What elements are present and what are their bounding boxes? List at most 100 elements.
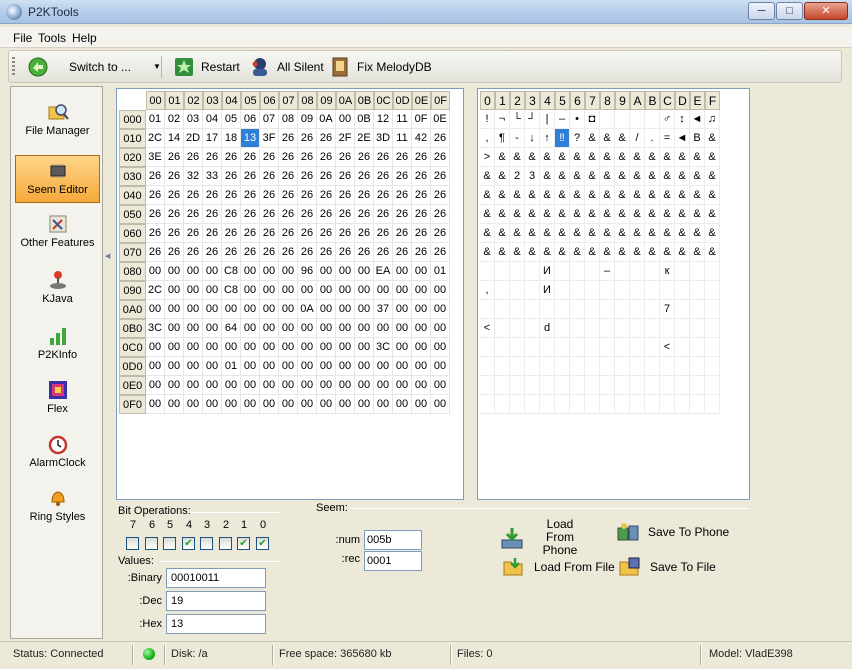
hex-cell[interactable]: 00: [184, 319, 203, 338]
char-cell[interactable]: [570, 319, 585, 338]
char-cell[interactable]: [705, 376, 720, 395]
char-cell[interactable]: &: [480, 243, 495, 262]
char-cell[interactable]: &: [585, 186, 600, 205]
hex-cell[interactable]: 00: [393, 319, 412, 338]
char-cell[interactable]: [570, 281, 585, 300]
hex-cell[interactable]: 02: [165, 110, 184, 129]
hex-cell[interactable]: 00: [279, 319, 298, 338]
char-cell[interactable]: &: [615, 129, 630, 148]
char-cell[interactable]: ?: [570, 129, 585, 148]
bit-checkbox[interactable]: [126, 537, 139, 550]
hex-cell[interactable]: 26: [317, 148, 336, 167]
hex-cell[interactable]: 26: [279, 186, 298, 205]
char-cell[interactable]: [555, 319, 570, 338]
bit-checkbox[interactable]: ✔: [256, 537, 269, 550]
char-cell[interactable]: [480, 376, 495, 395]
char-cell[interactable]: &: [600, 224, 615, 243]
toolbar-grip[interactable]: [12, 57, 15, 77]
char-cell[interactable]: &: [615, 186, 630, 205]
hex-cell[interactable]: 26: [298, 129, 317, 148]
char-cell[interactable]: [690, 319, 705, 338]
hex-cell[interactable]: 00: [146, 376, 165, 395]
hex-cell[interactable]: 00: [412, 338, 431, 357]
hex-cell[interactable]: 00: [241, 395, 260, 414]
hex-cell[interactable]: 26: [412, 243, 431, 262]
bit-checkbox[interactable]: ✔: [182, 537, 195, 550]
menu-file[interactable]: File: [13, 31, 32, 45]
hex-cell[interactable]: 26: [184, 243, 203, 262]
char-cell[interactable]: [525, 319, 540, 338]
hex-cell[interactable]: 26: [279, 148, 298, 167]
hex-cell[interactable]: 00: [203, 338, 222, 357]
hex-cell[interactable]: 26: [374, 148, 393, 167]
hex-cell[interactable]: 00: [184, 300, 203, 319]
char-cell[interactable]: [480, 395, 495, 414]
hex-cell[interactable]: 2E: [355, 129, 374, 148]
char-cell[interactable]: &: [510, 224, 525, 243]
hex-cell[interactable]: 00: [374, 395, 393, 414]
hex-cell[interactable]: 00: [298, 376, 317, 395]
sidebar-item-seem-editor[interactable]: Seem Editor: [15, 155, 100, 203]
hex-cell[interactable]: 0F: [412, 110, 431, 129]
hex-cell[interactable]: 26: [431, 129, 450, 148]
hex-cell[interactable]: 00: [222, 395, 241, 414]
hex-cell[interactable]: 26: [336, 224, 355, 243]
char-cell[interactable]: [495, 338, 510, 357]
hex-cell[interactable]: 00: [336, 262, 355, 281]
hex-cell[interactable]: 26: [298, 167, 317, 186]
hex-cell[interactable]: 26: [165, 224, 184, 243]
hex-cell[interactable]: 26: [431, 243, 450, 262]
char-cell[interactable]: [495, 395, 510, 414]
char-cell[interactable]: [630, 110, 645, 129]
char-cell[interactable]: &: [675, 186, 690, 205]
char-cell[interactable]: [690, 338, 705, 357]
hex-cell[interactable]: 04: [203, 110, 222, 129]
char-cell[interactable]: [540, 300, 555, 319]
hex-cell[interactable]: 00: [165, 338, 184, 357]
char-cell[interactable]: 3: [525, 167, 540, 186]
hex-cell[interactable]: 00: [317, 376, 336, 395]
hex-cell[interactable]: 00: [298, 395, 317, 414]
hex-cell[interactable]: 00: [146, 262, 165, 281]
char-cell[interactable]: &: [540, 224, 555, 243]
hex-cell[interactable]: 00: [184, 338, 203, 357]
char-cell[interactable]: [705, 281, 720, 300]
char-cell[interactable]: [525, 357, 540, 376]
hex-cell[interactable]: 3C: [146, 319, 165, 338]
hex-cell[interactable]: 00: [279, 262, 298, 281]
char-cell[interactable]: [660, 319, 675, 338]
switch-to-dropdown[interactable]: Switch to ... ▼: [27, 51, 161, 82]
char-cell[interactable]: &: [480, 205, 495, 224]
hex-cell[interactable]: 00: [317, 262, 336, 281]
hex-cell[interactable]: 00: [317, 300, 336, 319]
char-cell[interactable]: [510, 262, 525, 281]
hex-cell[interactable]: 00: [393, 376, 412, 395]
char-cell[interactable]: ┘: [525, 110, 540, 129]
char-cell[interactable]: [690, 300, 705, 319]
hex-cell[interactable]: 00: [412, 357, 431, 376]
hex-cell[interactable]: 26: [317, 129, 336, 148]
hex-cell[interactable]: 26: [241, 205, 260, 224]
char-cell[interactable]: [525, 262, 540, 281]
hex-cell[interactable]: 26: [336, 243, 355, 262]
hex-cell[interactable]: 00: [393, 395, 412, 414]
hex-cell[interactable]: 26: [260, 186, 279, 205]
char-cell[interactable]: [660, 376, 675, 395]
hex-cell[interactable]: 00: [317, 395, 336, 414]
hex-cell[interactable]: 96: [298, 262, 317, 281]
char-cell[interactable]: d: [540, 319, 555, 338]
hex-field[interactable]: 13: [166, 614, 266, 634]
hex-cell[interactable]: 17: [203, 129, 222, 148]
hex-cell[interactable]: 26: [431, 205, 450, 224]
char-cell[interactable]: 2: [510, 167, 525, 186]
hex-cell[interactable]: 08: [279, 110, 298, 129]
char-cell[interactable]: [570, 376, 585, 395]
char-cell[interactable]: [555, 262, 570, 281]
char-cell[interactable]: [705, 338, 720, 357]
char-cell[interactable]: [555, 357, 570, 376]
hex-cell[interactable]: 26: [412, 148, 431, 167]
hex-cell[interactable]: 00: [298, 319, 317, 338]
hex-cell[interactable]: 00: [374, 357, 393, 376]
dec-field[interactable]: 19: [166, 591, 266, 611]
hex-cell[interactable]: 00: [431, 281, 450, 300]
